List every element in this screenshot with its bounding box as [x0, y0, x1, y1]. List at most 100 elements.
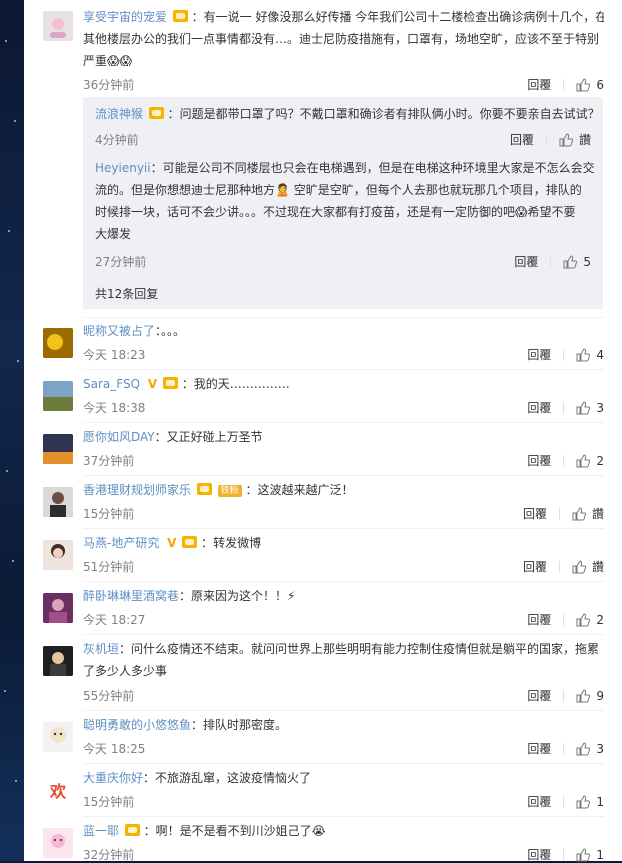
comment-text: ：转发微博 [201, 536, 262, 550]
user-name[interactable]: 香港理财规划师家乐 [83, 483, 191, 497]
fan-badge: 铁粉 [217, 485, 242, 497]
divider [83, 816, 604, 817]
user-name[interactable]: 享受宇宙的宠爱 [83, 10, 167, 24]
avatar[interactable] [43, 434, 73, 464]
user-name[interactable]: 醉卧琳琳里酒窝巷 [83, 589, 179, 603]
thumbs-up-icon [572, 559, 586, 573]
reply-button[interactable]: 回覆 [527, 76, 551, 93]
like-button[interactable]: 2 [576, 454, 604, 468]
like-count: 1 [596, 847, 604, 862]
like-count: 2 [596, 453, 604, 468]
vip-badge-icon [172, 10, 188, 22]
comment-time: 今天 18:23 [83, 348, 146, 362]
avatar[interactable] [43, 487, 73, 517]
thumbs-up-icon [576, 453, 591, 467]
like-count: 4 [596, 347, 604, 362]
like-button[interactable]: 5 [563, 255, 591, 269]
reply-button[interactable]: 回覆 [527, 611, 551, 628]
divider [83, 475, 604, 476]
thumbs-up-icon [576, 847, 591, 861]
comment-time: 今天 18:27 [83, 613, 146, 627]
vip-badge-icon [124, 824, 140, 836]
comment-text: 了多少人多少事 [83, 664, 168, 678]
divider [95, 153, 591, 154]
reply-button[interactable]: 回覆 [527, 687, 551, 704]
reply-button[interactable]: 回覆 [523, 558, 547, 575]
comment-time: 37分钟前 [83, 454, 135, 468]
user-name[interactable]: Sara_FSQ [83, 377, 140, 391]
divider [563, 795, 565, 808]
reply-button[interactable]: 回覆 [510, 131, 534, 148]
like-count: 3 [596, 400, 604, 415]
divider [563, 613, 565, 626]
avatar[interactable] [43, 828, 73, 858]
reply-button[interactable]: 回覆 [514, 253, 538, 270]
avatar[interactable] [43, 540, 73, 570]
like-label: 讚 [591, 507, 604, 521]
vip-badge-icon [196, 483, 212, 495]
reply-button[interactable]: 回覆 [523, 505, 547, 522]
like-button[interactable]: 讚 [572, 505, 604, 522]
comment-text: ：不旅游乱窜，这波疫情恼火了 [143, 771, 312, 785]
sub-reply-box: 流浪神猴 ：问题是都带口罩了吗？不戴口罩和确诊者有排队俩小时。你要不要亲自去试试… [83, 97, 603, 309]
thumbs-up-icon [559, 132, 573, 146]
avatar[interactable] [43, 11, 73, 41]
like-button[interactable]: 4 [576, 348, 604, 362]
avatar[interactable] [43, 381, 73, 411]
like-count: 讚 [578, 133, 591, 147]
like-button[interactable]: 2 [576, 613, 604, 627]
reply-button[interactable]: 回覆 [527, 399, 551, 416]
avatar[interactable] [43, 646, 73, 676]
comment-text: ：有一说一 好像没那么好传播 今年我们公司十二楼检查出确诊病例十几个，在 [191, 10, 604, 24]
divider [83, 581, 604, 582]
user-name[interactable]: 愿你如风DAY [83, 430, 155, 444]
comment-text: ：又正好碰上万圣节 [154, 430, 263, 444]
comment-time: 15分钟前 [83, 507, 135, 521]
divider [558, 560, 560, 573]
comment-text: 其他楼层办公的我们一点事情都没有…。迪士尼防疫措施有，口罩有，场地空旷，应该不至… [83, 32, 600, 46]
avatar[interactable] [43, 593, 73, 623]
like-button[interactable]: 讚 [572, 558, 604, 575]
comment-time: 36分钟前 [83, 78, 135, 92]
user-name[interactable]: Heyienyii [95, 161, 151, 175]
divider [83, 634, 604, 635]
like-button[interactable]: 9 [576, 689, 604, 703]
like-count: 1 [596, 794, 604, 809]
reply-button[interactable]: 回覆 [527, 740, 551, 757]
divider [563, 401, 565, 414]
user-name[interactable]: 流浪神猴 [95, 107, 143, 121]
like-button[interactable]: 1 [576, 795, 604, 809]
vip-badge-icon [148, 107, 164, 119]
avatar[interactable] [43, 722, 73, 752]
reply-button[interactable]: 回覆 [527, 793, 551, 810]
user-name[interactable]: 蓝一耶 [83, 824, 119, 838]
divider [83, 422, 604, 423]
svg-text:欢: 欢 [49, 782, 67, 801]
like-count: 3 [596, 741, 604, 756]
avatar[interactable] [43, 328, 73, 358]
divider [563, 348, 565, 361]
reply-button[interactable]: 回覆 [527, 346, 551, 363]
comment-text: ：。。。 [155, 324, 186, 338]
reply-button[interactable]: 回覆 [527, 452, 551, 469]
comment-time: 32分钟前 [83, 848, 135, 862]
user-name[interactable]: 马燕-地产研究 [83, 536, 159, 550]
like-button[interactable]: 6 [576, 78, 604, 92]
comment-time: 今天 18:25 [83, 742, 146, 756]
user-name[interactable]: 灰机垣 [83, 642, 119, 656]
like-button[interactable]: 3 [576, 742, 604, 756]
like-button[interactable]: 3 [576, 401, 604, 415]
more-replies-link[interactable]: 共12条回复 [95, 283, 585, 305]
like-button[interactable]: 1 [576, 848, 604, 862]
avatar[interactable]: 欢 [43, 775, 73, 805]
user-name[interactable]: 聪明勇敢的小悠悠鱼 [83, 718, 191, 732]
user-name[interactable]: 昵称又被占了 [83, 324, 155, 338]
like-count: 2 [596, 612, 604, 627]
reply-button[interactable]: 回覆 [527, 846, 551, 863]
divider [83, 528, 604, 529]
user-name[interactable]: 大重庆你好 [83, 771, 143, 785]
thumbs-up-icon [576, 794, 591, 808]
comment-time: 今天 18:38 [83, 401, 146, 415]
reply-text: ：问题是都带口罩了吗？不戴口罩和确诊者有排队俩小时。你要不要亲自去试试？ [167, 107, 600, 121]
like-button[interactable]: 讚 [559, 131, 591, 148]
